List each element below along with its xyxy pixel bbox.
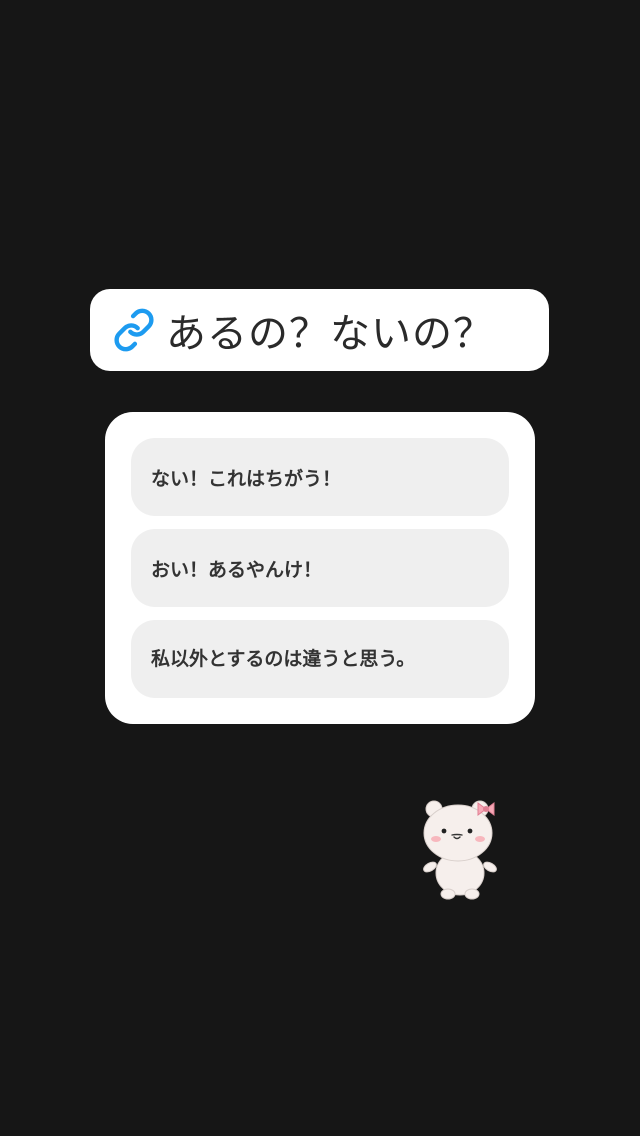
answer-option-1[interactable]: ない！これはちがう！	[131, 438, 509, 516]
link-question-sticker[interactable]: あるの？ないの？	[90, 289, 549, 371]
link-icon	[112, 308, 156, 352]
story-canvas: あるの？ないの？ ない！これはちがう！ おい！あるやんけ！ 私以外とするのは違う…	[0, 0, 640, 1136]
answer-option-2[interactable]: おい！あるやんけ！	[131, 529, 509, 607]
answer-options-card: ない！これはちがう！ おい！あるやんけ！ 私以外とするのは違うと思う。	[105, 412, 535, 724]
bear-with-bow-sticker[interactable]	[414, 795, 506, 905]
question-title: あるの？ないの？	[166, 311, 494, 357]
answer-option-3[interactable]: 私以外とするのは違うと思う。	[131, 620, 509, 698]
